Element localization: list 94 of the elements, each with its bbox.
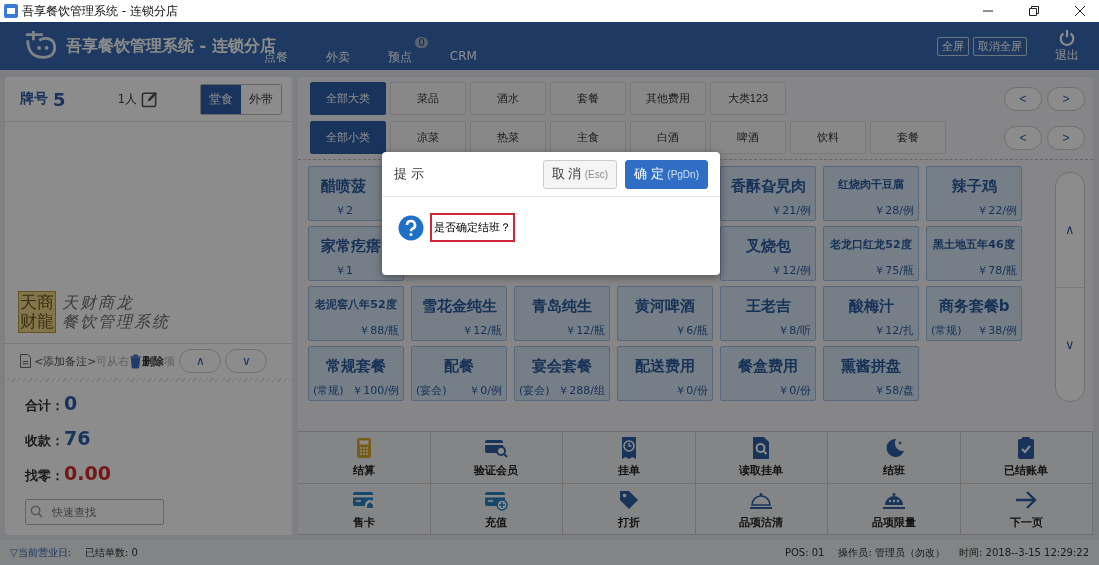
toolbar-button[interactable]: 品项限量	[828, 483, 961, 535]
pos-number: POS: 01	[784, 547, 825, 558]
brand-name: 天财商龙	[62, 293, 135, 312]
scroll-button[interactable]: ∧	[1056, 173, 1084, 288]
toolbar-button[interactable]: 已结账单	[960, 432, 1093, 484]
dish-tile[interactable]: 常规套餐 (常规) ￥100/例	[308, 346, 404, 401]
scroll-button[interactable]: ∧	[179, 349, 222, 373]
toolbar-button[interactable]: 读取挂单	[695, 432, 828, 484]
dish-tile[interactable]: 黑土地五年46度 ￥78/瓶	[926, 226, 1022, 281]
scroll-button[interactable]: ∨	[1056, 287, 1084, 401]
total-value: 0.00	[64, 462, 111, 484]
total-value: 76	[64, 427, 91, 449]
toolbar-button[interactable]: 售卡	[298, 483, 431, 535]
dish-tile[interactable]: 雪花金纯生 ￥12/瓶	[411, 286, 507, 341]
category-tab[interactable]: 全部小类	[310, 121, 386, 154]
category-tab[interactable]: 热菜	[470, 121, 546, 154]
hint-text: 项	[164, 353, 176, 369]
delete-button[interactable]: 删除	[129, 353, 165, 369]
total-label: 找零：	[25, 467, 64, 485]
fullscreen-button[interactable]: 全屏	[937, 36, 969, 56]
search-field[interactable]: 快速查找	[25, 499, 164, 525]
dialog-button[interactable]: 取 消 (Esc)	[542, 159, 618, 189]
dish-tile[interactable]: 宴会套餐 (宴会) ￥288/组	[514, 346, 610, 401]
category-tab[interactable]: 套餐	[550, 82, 626, 115]
page-button[interactable]: <	[1004, 86, 1042, 111]
brand-logo: 天商 财龍	[18, 291, 56, 333]
category-tab[interactable]: 菜品	[390, 82, 466, 115]
scroll-button[interactable]: ∨	[225, 349, 268, 373]
category-tab[interactable]: 饮料	[790, 121, 866, 154]
dish-tile[interactable]: 酸梅汁 ￥12/扎	[823, 286, 919, 341]
category-tab[interactable]: 全部大类	[310, 82, 386, 115]
dine-mode-toggle[interactable]: 堂食	[201, 84, 241, 114]
fullscreen-button[interactable]: 取消全屏	[973, 36, 1027, 56]
document-icon	[20, 354, 31, 368]
window-title: 吾享餐饮管理系统 - 连锁分店	[22, 2, 178, 20]
dish-tile[interactable]: 青岛纯生 ￥12/瓶	[514, 286, 610, 341]
category-tab[interactable]: 其他费用	[630, 82, 706, 115]
dish-tile[interactable]: 老泥窖八年52度 ￥88/瓶	[308, 286, 404, 341]
toolbar-button[interactable]: 充值	[430, 483, 563, 535]
nav-tab[interactable]: 外卖	[325, 48, 350, 66]
table-number: 5	[53, 88, 66, 110]
page-button[interactable]: <	[1004, 125, 1042, 150]
brand-tagline: 餐饮管理系统	[62, 312, 170, 331]
dialog-message: 是否确定结班？	[430, 213, 515, 242]
toolbar-button[interactable]: 下一页	[960, 483, 1093, 535]
app-icon	[4, 4, 18, 18]
guest-count: 1人	[117, 90, 138, 108]
dish-tile[interactable]: 红烧肉干豆腐 ￥28/例	[823, 166, 919, 221]
operator-name: 操作员: 管理员（勿改）	[838, 545, 945, 560]
page-button[interactable]: >	[1047, 86, 1085, 111]
total-value: 0	[64, 392, 78, 414]
search-icon	[30, 505, 43, 518]
dish-tile[interactable]: 商务套餐b (常规) ￥38/例	[926, 286, 1022, 341]
category-tab[interactable]: 酒水	[470, 82, 546, 115]
restore-icon[interactable]	[1029, 6, 1039, 16]
clock-time: 时间: 2018--3-15 12:29:22	[959, 545, 1089, 560]
business-day-link[interactable]: ▽当前营业日:	[10, 545, 72, 560]
dish-tile[interactable]: 餐盒费用 ￥0/份	[720, 346, 816, 401]
total-label: 合计：	[25, 397, 64, 415]
power-icon[interactable]	[1058, 28, 1076, 47]
table-label: 牌号	[20, 90, 48, 108]
dish-tile[interactable]: 配餐 (宴会) ￥0/例	[411, 346, 507, 401]
nav-tab[interactable]: CRM	[449, 48, 477, 66]
trash-icon	[129, 353, 143, 369]
add-note-link[interactable]: <添加备注>	[34, 353, 97, 369]
count-badge: 0	[415, 36, 428, 48]
toolbar-button[interactable]: 打折	[563, 483, 696, 535]
total-label: 收款：	[25, 432, 64, 450]
closed-count: 已结单数: 0	[85, 545, 138, 560]
dish-tile[interactable]: 熏酱拼盘 ￥58/盘	[823, 346, 919, 401]
category-tab[interactable]: 啤酒	[710, 121, 786, 154]
question-icon	[398, 214, 424, 241]
category-tab[interactable]: 白酒	[630, 121, 706, 154]
dish-tile[interactable]: 老龙口红龙52度 ￥75/瓶	[823, 226, 919, 281]
exit-label[interactable]: 退出	[1055, 46, 1079, 64]
category-tab[interactable]: 主食	[550, 121, 626, 154]
category-tab[interactable]: 套餐	[870, 121, 946, 154]
dish-tile[interactable]: 配送费用 ￥0/份	[617, 346, 713, 401]
toolbar-button[interactable]: 结班	[828, 432, 961, 484]
category-tab[interactable]: 凉菜	[390, 121, 466, 154]
page-button[interactable]: >	[1047, 125, 1085, 150]
toolbar-button[interactable]: 验证会员	[430, 432, 563, 484]
dish-tile[interactable]: 黄河啤酒 ￥6/瓶	[617, 286, 713, 341]
dish-tile[interactable]: 王老吉 ￥8/听	[720, 286, 816, 341]
toolbar-button[interactable]: 品项沽清	[695, 483, 828, 535]
dish-tile[interactable]: 辣子鸡 ￥22/例	[926, 166, 1022, 221]
category-tab[interactable]: 大类123	[710, 82, 786, 115]
dialog-button[interactable]: 确 定 (PgDn)	[625, 159, 708, 189]
close-icon[interactable]	[1075, 6, 1085, 16]
dish-tile[interactable]: 叉烧包 ￥12/例	[720, 226, 816, 281]
toolbar-button[interactable]: 结算	[298, 432, 431, 484]
edit-icon[interactable]	[141, 90, 159, 108]
toolbar-button[interactable]: 挂单	[563, 432, 696, 484]
dish-tile[interactable]: 香酥旮旯肉 ￥21/例	[720, 166, 816, 221]
